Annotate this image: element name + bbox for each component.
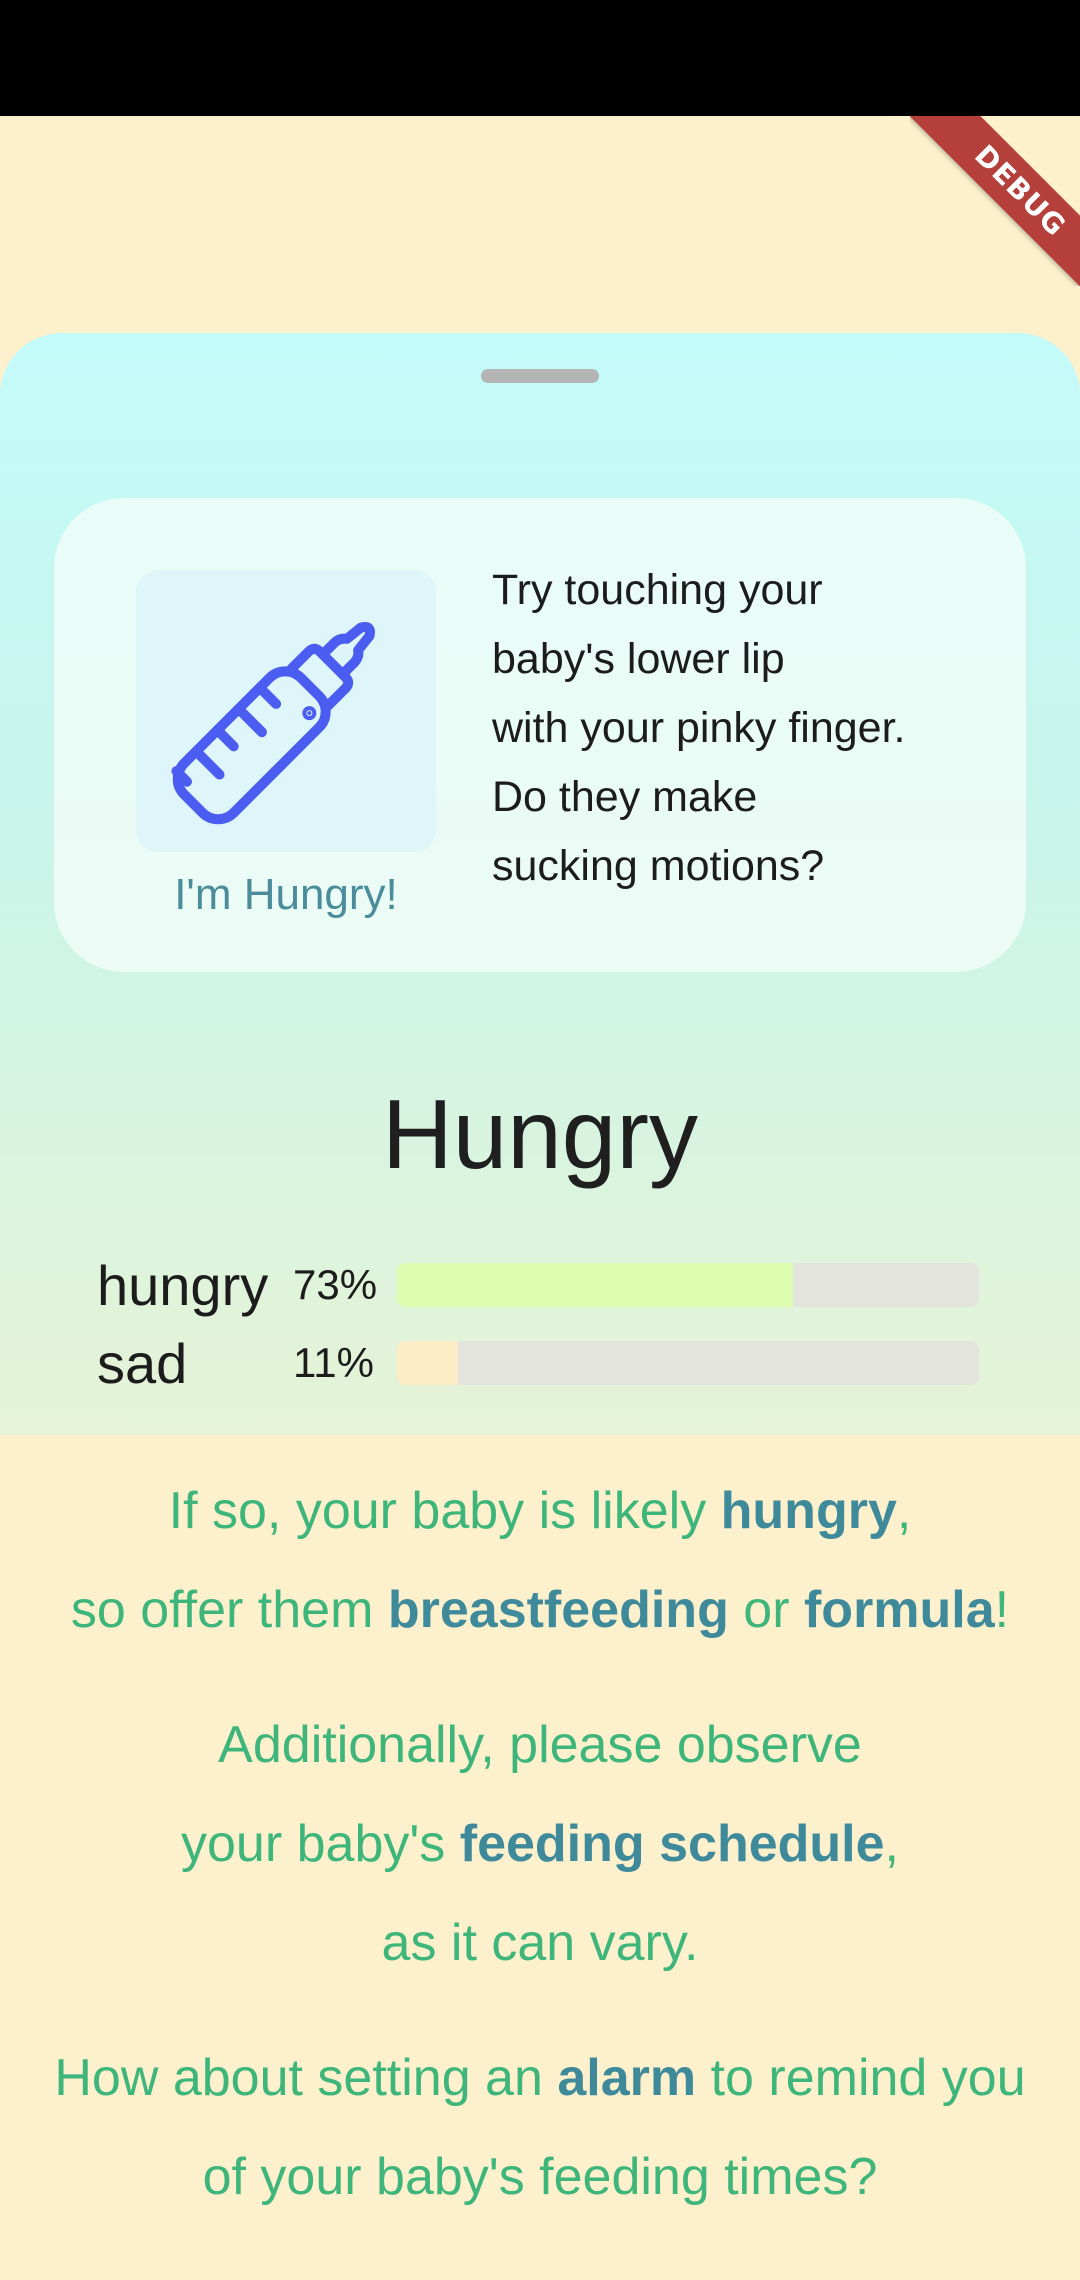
result-sheet[interactable]: I'm Hungry! Try touching your baby's low… <box>0 333 1080 1435</box>
tip-line: with your pinky finger. <box>492 704 906 752</box>
result-title: Hungry <box>382 1079 698 1189</box>
advice-paragraph-3: How about setting an alarm to remind you… <box>0 2029 1080 2227</box>
tip-text: Try touching your baby's lower lip with … <box>492 556 992 901</box>
emotion-name: hungry <box>97 1253 269 1317</box>
debug-banner: DEBUG <box>910 116 1080 286</box>
tip-line: baby's lower lip <box>492 635 785 683</box>
advice-paragraph-2: Additionally, please observe your baby's… <box>0 1696 1080 1993</box>
icon-caption: I'm Hungry! <box>174 870 398 919</box>
emotion-name: sad <box>97 1331 188 1395</box>
highlight-formula: formula <box>803 1581 995 1639</box>
emotion-bar-track <box>397 1341 979 1385</box>
advice-line: How about setting an alarm to remind you <box>54 2049 1026 2107</box>
debug-banner-label: DEBUG <box>910 116 1080 286</box>
emotion-bar-fill <box>397 1341 459 1385</box>
emotion-percent: 73% <box>293 1261 378 1308</box>
highlight-feeding-schedule: feeding schedule <box>459 1815 885 1873</box>
highlight-hungry: hungry <box>720 1482 897 1540</box>
highlight-breastfeeding: breastfeeding <box>387 1581 729 1639</box>
icon-box <box>136 570 436 852</box>
tip-line: Do they make <box>492 773 758 821</box>
advice-line: of your baby's feeding times? <box>202 2148 878 2206</box>
advice-line: If so, your baby is likely hungry, <box>168 1482 912 1540</box>
tip-card: I'm Hungry! Try touching your baby's low… <box>54 498 1026 972</box>
highlight-alarm: alarm <box>557 2049 697 2107</box>
sheet-drag-handle[interactable] <box>481 369 599 383</box>
advice-paragraph-1: If so, your baby is likely hungry, so of… <box>0 1462 1080 1660</box>
status-bar <box>0 0 1080 116</box>
advice-line: so offer them breastfeeding or formula! <box>70 1581 1010 1639</box>
tip-line: Try touching your <box>492 566 823 614</box>
emotion-row-hungry: hungry 73% <box>97 1253 979 1317</box>
tip-line: sucking motions? <box>492 842 825 890</box>
emotion-row-sad: sad 11% <box>97 1331 979 1395</box>
emotion-bar-track <box>397 1263 979 1307</box>
emotion-percent: 11% <box>293 1339 374 1386</box>
baby-bottle-icon <box>171 622 375 825</box>
advice-line: as it can vary. <box>381 1914 699 1972</box>
advice-line: your baby's feeding schedule, <box>181 1815 899 1873</box>
emotion-bar-fill <box>397 1263 793 1307</box>
advice-line: Additionally, please observe <box>218 1716 862 1774</box>
